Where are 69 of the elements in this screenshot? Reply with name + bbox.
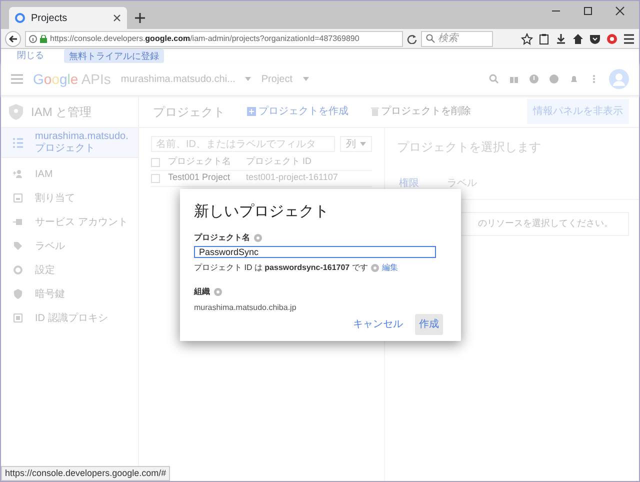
search-field[interactable]: 検索 xyxy=(421,30,493,46)
field-label: 組織 xyxy=(194,286,210,298)
create-button[interactable]: 作成 xyxy=(415,314,443,335)
menu-icon[interactable] xyxy=(623,32,635,44)
table-cell-text: test001-project-161107 xyxy=(246,171,338,184)
close-icon[interactable] xyxy=(113,14,121,22)
trial-button[interactable]: 無料トライアルに登録 xyxy=(64,49,164,63)
add-person-icon xyxy=(13,169,23,179)
list-icon xyxy=(13,138,23,148)
sidebar-item[interactable]: murashima.matsudo.プロジェクト xyxy=(1,128,138,158)
add-icon xyxy=(247,107,256,116)
tab-title: Projects xyxy=(31,12,68,26)
action-link[interactable]: プロジェクトを作成 xyxy=(247,104,348,119)
gear-icon xyxy=(13,265,23,275)
dialog-title: 新しいプロジェクト xyxy=(194,202,330,222)
info-panel-button[interactable]: 情報パネルを非表示 xyxy=(527,99,629,124)
page-title: プロジェクト xyxy=(153,104,225,120)
cancel-button[interactable]: キャンセル xyxy=(349,314,407,335)
proxy-icon xyxy=(13,313,23,323)
google-icon xyxy=(15,13,25,23)
new-tab-icon[interactable] xyxy=(135,13,145,23)
field-label: プロジェクト名 xyxy=(194,232,250,244)
lock-icon xyxy=(40,34,47,42)
status-bar: https://console.developers.google.com/# xyxy=(1,466,170,481)
service-account-icon xyxy=(13,217,23,227)
url-field[interactable]: https://console.developers.google.com/iam-admin/projects?organizationId=487369890 xyxy=(25,30,403,46)
clipboard-icon[interactable] xyxy=(538,32,550,44)
trash-icon xyxy=(370,107,378,116)
maximize-icon[interactable] xyxy=(583,6,593,16)
edit-link[interactable]: 編集 xyxy=(382,262,398,274)
pocket-icon[interactable] xyxy=(589,32,601,44)
sidebar-item[interactable]: 暗号鍵 xyxy=(1,282,138,306)
sidebar-item[interactable]: ID 認識プロキシ xyxy=(1,306,138,330)
search-icon xyxy=(426,34,435,43)
reload-icon[interactable] xyxy=(407,34,417,44)
tag-icon xyxy=(13,241,23,251)
caret-icon xyxy=(245,77,252,81)
sidebar-item[interactable]: 割り当て xyxy=(1,186,138,210)
caret-icon xyxy=(302,77,309,81)
row-checkbox[interactable] xyxy=(151,174,160,182)
info-icon xyxy=(29,34,37,42)
back-icon[interactable] xyxy=(5,30,21,46)
sidebar-title: IAM と管理 xyxy=(31,104,92,120)
quota-icon xyxy=(13,193,23,203)
download-icon[interactable] xyxy=(555,32,567,44)
caret-icon xyxy=(360,142,366,146)
project-id-hint: プロジェクト ID は passwordsync-161707 です xyxy=(194,262,368,274)
column-header: プロジェクト ID xyxy=(246,155,312,168)
browser-tab[interactable]: Projects xyxy=(9,7,127,29)
shield-icon xyxy=(13,289,23,299)
sidebar-item[interactable]: 設定 xyxy=(1,258,138,282)
project-selector[interactable]: Project xyxy=(261,72,293,86)
extension-icon[interactable] xyxy=(606,32,618,44)
select-all-checkbox[interactable] xyxy=(151,158,160,166)
sidebar-item[interactable]: サービス アカウント xyxy=(1,210,138,234)
table-cell-text: Test001 Project xyxy=(168,171,232,184)
organization-value: murashima.matsudo.chiba.jp xyxy=(194,302,298,314)
shield-icon xyxy=(9,104,23,120)
sidebar-item[interactable]: ラベル xyxy=(1,234,138,258)
column-header: プロジェクト名 xyxy=(168,155,232,168)
bookmark-star-icon[interactable] xyxy=(521,32,533,44)
sidebar-item[interactable]: IAM xyxy=(1,162,138,186)
project-name-field[interactable]: PasswordSync xyxy=(194,246,436,258)
url-text: https://console.developers.google.com/iam-admin/projects?organizationId=487369890 xyxy=(50,32,360,44)
close-icon[interactable] xyxy=(615,6,625,16)
account-selector[interactable]: murashima.matsudo.chi... xyxy=(120,72,236,86)
home-icon[interactable] xyxy=(572,32,584,44)
search-placeholder: 検索 xyxy=(438,32,458,46)
close-link[interactable]: 閉じる xyxy=(17,49,44,63)
